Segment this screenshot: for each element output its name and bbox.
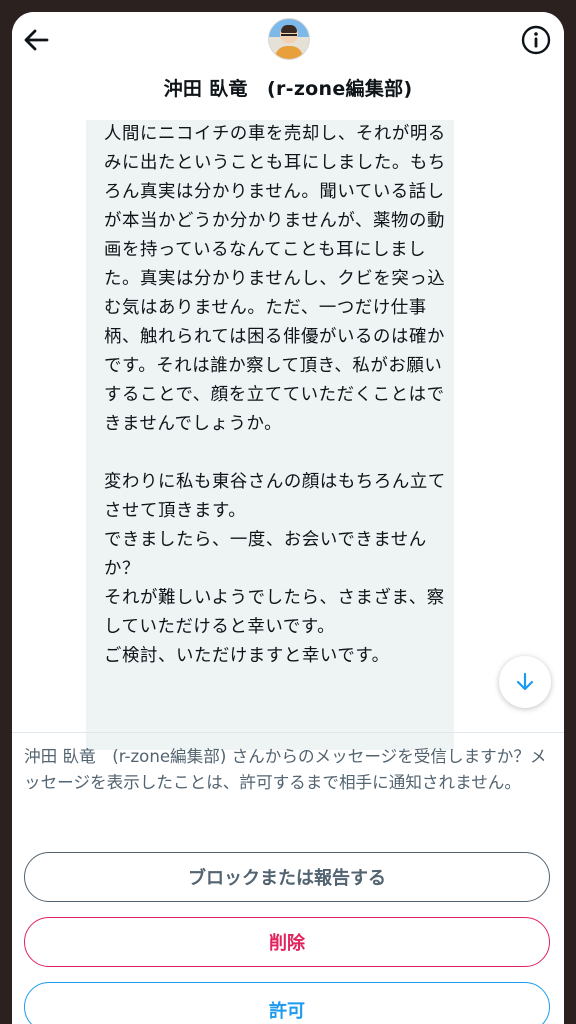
info-circle-icon bbox=[521, 25, 551, 55]
dm-request-screen: 沖田 臥竜 (r-zone編集部) 人間にニコイチの車を売却し、それが明るみに出… bbox=[12, 12, 564, 1024]
allow-button[interactable]: 許可 bbox=[24, 982, 550, 1024]
scroll-to-bottom-button[interactable] bbox=[499, 656, 551, 708]
divider bbox=[12, 732, 564, 733]
request-prompt: 沖田 臥竜 (r-zone編集部) さんからのメッセージを受信しますか？メッセー… bbox=[24, 747, 547, 792]
block-or-report-button[interactable]: ブロックまたは報告する bbox=[24, 852, 550, 902]
avatar[interactable] bbox=[268, 18, 310, 60]
message-text: 人間にニコイチの車を売却し、それが明るみに出たということも耳にしました。もちろん… bbox=[104, 124, 446, 666]
message-bubble: 人間にニコイチの車を売却し、それが明るみに出たということも耳にしました。もちろん… bbox=[86, 110, 454, 750]
conversation-header: 沖田 臥竜 (r-zone編集部) bbox=[12, 12, 564, 120]
back-button[interactable] bbox=[18, 22, 54, 58]
info-button[interactable] bbox=[518, 22, 554, 58]
delete-button[interactable]: 削除 bbox=[24, 917, 550, 967]
arrow-left-icon bbox=[24, 29, 49, 51]
arrow-down-icon bbox=[516, 672, 534, 691]
conversation-title: 沖田 臥竜 (r-zone編集部) bbox=[163, 78, 413, 100]
